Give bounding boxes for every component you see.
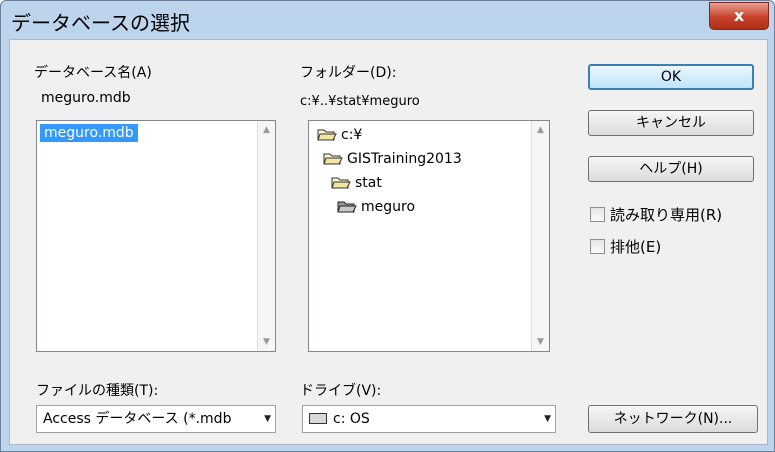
chevron-down-icon[interactable]: ▼: [544, 406, 551, 432]
folder-tree-scrollbar[interactable]: ▲ ▼: [531, 121, 549, 351]
checkbox-box[interactable]: [590, 207, 605, 222]
scroll-up-icon[interactable]: ▲: [532, 121, 549, 139]
tree-label-gistraining: GISTraining2013: [347, 151, 462, 167]
close-button[interactable]: x: [709, 2, 769, 30]
dialog-window: データベースの選択 x データベース名(A) meguro.mdb meguro…: [0, 0, 775, 452]
dialog-client: データベース名(A) meguro.mdb meguro.mdb ▲ ▼ フォル…: [9, 39, 768, 445]
scroll-up-icon[interactable]: ▲: [258, 121, 275, 139]
folder-tree[interactable]: c:¥ GISTraining2013 stat meguro ▲ ▼: [308, 120, 550, 352]
tree-label-meguro: meguro: [361, 199, 416, 215]
exclusive-label: 排他(E): [610, 238, 662, 256]
ok-button[interactable]: OK: [588, 64, 754, 90]
drive-value: c: OS: [333, 411, 370, 427]
open-folder-icon: [331, 176, 351, 189]
drive-icon: [309, 413, 327, 424]
tree-label-stat: stat: [355, 175, 382, 191]
drive-select[interactable]: c: OS ▼: [302, 405, 556, 433]
readonly-label: 読み取り専用(R): [610, 206, 723, 224]
scroll-down-icon[interactable]: ▼: [532, 333, 549, 351]
folder-path: c:¥..¥stat¥meguro: [300, 94, 420, 109]
db-name-label: データベース名(A): [34, 65, 152, 81]
open-folder-icon: [323, 152, 343, 165]
window-title: データベースの選択: [11, 11, 190, 35]
tree-item-root[interactable]: c:¥: [317, 127, 362, 143]
cancel-button[interactable]: キャンセル: [588, 110, 754, 136]
folder-label: フォルダー(D):: [300, 65, 397, 81]
file-type-value: Access データベース (*.mdb: [43, 411, 232, 427]
help-button[interactable]: ヘルプ(H): [588, 156, 754, 182]
checkbox-box[interactable]: [590, 239, 605, 254]
open-folder-selected-icon: [337, 200, 357, 213]
network-button[interactable]: ネットワーク(N)...: [588, 405, 758, 433]
drive-label: ドライブ(V):: [300, 383, 382, 399]
db-file-item-selected[interactable]: meguro.mdb: [40, 124, 138, 142]
tree-item-meguro[interactable]: meguro: [337, 199, 415, 215]
tree-label-root: c:¥: [341, 127, 363, 143]
db-file-list[interactable]: meguro.mdb ▲ ▼: [36, 120, 276, 352]
db-list-scrollbar[interactable]: ▲ ▼: [257, 121, 275, 351]
chevron-down-icon[interactable]: ▼: [264, 406, 271, 432]
file-type-label: ファイルの種類(T):: [36, 383, 159, 399]
file-type-select[interactable]: Access データベース (*.mdb ▼: [36, 405, 276, 433]
tree-item-gistraining[interactable]: GISTraining2013: [323, 151, 462, 167]
db-name-field[interactable]: meguro.mdb: [34, 84, 276, 110]
scroll-down-icon[interactable]: ▼: [258, 333, 275, 351]
readonly-checkbox[interactable]: 読み取り専用(R): [590, 204, 722, 225]
tree-item-stat[interactable]: stat: [331, 175, 382, 191]
open-folder-icon: [317, 128, 337, 141]
exclusive-checkbox[interactable]: 排他(E): [590, 236, 661, 257]
